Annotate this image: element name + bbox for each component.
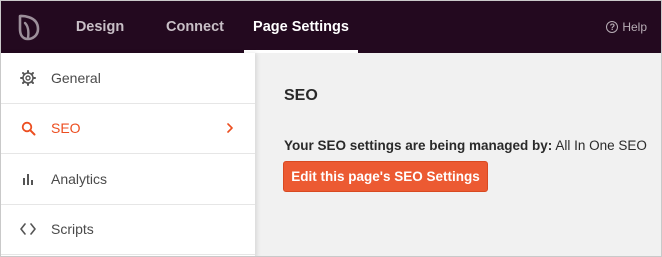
edit-seo-settings-button[interactable]: Edit this page's SEO Settings bbox=[283, 161, 488, 192]
search-icon bbox=[19, 119, 37, 137]
settings-sidebar: General SEO Analytics Scripts bbox=[1, 53, 255, 256]
sidebar-item-scripts[interactable]: Scripts bbox=[1, 205, 255, 255]
sidebar-item-analytics-label: Analytics bbox=[51, 170, 108, 187]
sidebar-item-analytics[interactable]: Analytics bbox=[1, 154, 255, 205]
tab-design-label: Design bbox=[75, 19, 125, 35]
sidebar-item-seo-label: SEO bbox=[51, 120, 81, 137]
tab-connect[interactable]: Connect bbox=[157, 1, 233, 53]
tab-connect-label: Connect bbox=[166, 19, 224, 35]
tab-page-settings-label: Page Settings bbox=[253, 19, 349, 35]
chevron-right-icon bbox=[225, 123, 235, 134]
managed-by-label: Your SEO settings are being managed by: bbox=[284, 138, 553, 153]
gear-icon bbox=[19, 69, 37, 87]
tab-design[interactable]: Design bbox=[67, 1, 133, 53]
sidebar-item-general-label: General bbox=[51, 69, 101, 86]
code-icon bbox=[19, 220, 37, 238]
managed-by-provider: All In One SEO bbox=[555, 138, 647, 153]
help-label: Help bbox=[622, 20, 647, 34]
tab-page-settings[interactable]: Page Settings bbox=[244, 1, 358, 53]
sidebar-item-general[interactable]: General bbox=[1, 53, 255, 104]
bar-chart-icon bbox=[19, 170, 37, 188]
help-link[interactable]: ? Help bbox=[606, 1, 647, 53]
help-circle-icon: ? bbox=[606, 21, 619, 33]
page-title: SEO bbox=[284, 87, 318, 104]
sidebar-item-seo[interactable]: SEO bbox=[1, 104, 255, 154]
sidebar-item-scripts-label: Scripts bbox=[51, 221, 94, 238]
top-navigation-bar: Design Connect Page Settings ? Help bbox=[1, 1, 661, 53]
seo-managed-by-text: Your SEO settings are being managed by: … bbox=[284, 138, 647, 153]
app-window: Design Connect Page Settings ? Help Gene… bbox=[0, 0, 662, 257]
leaf-logo-icon[interactable] bbox=[1, 1, 57, 53]
